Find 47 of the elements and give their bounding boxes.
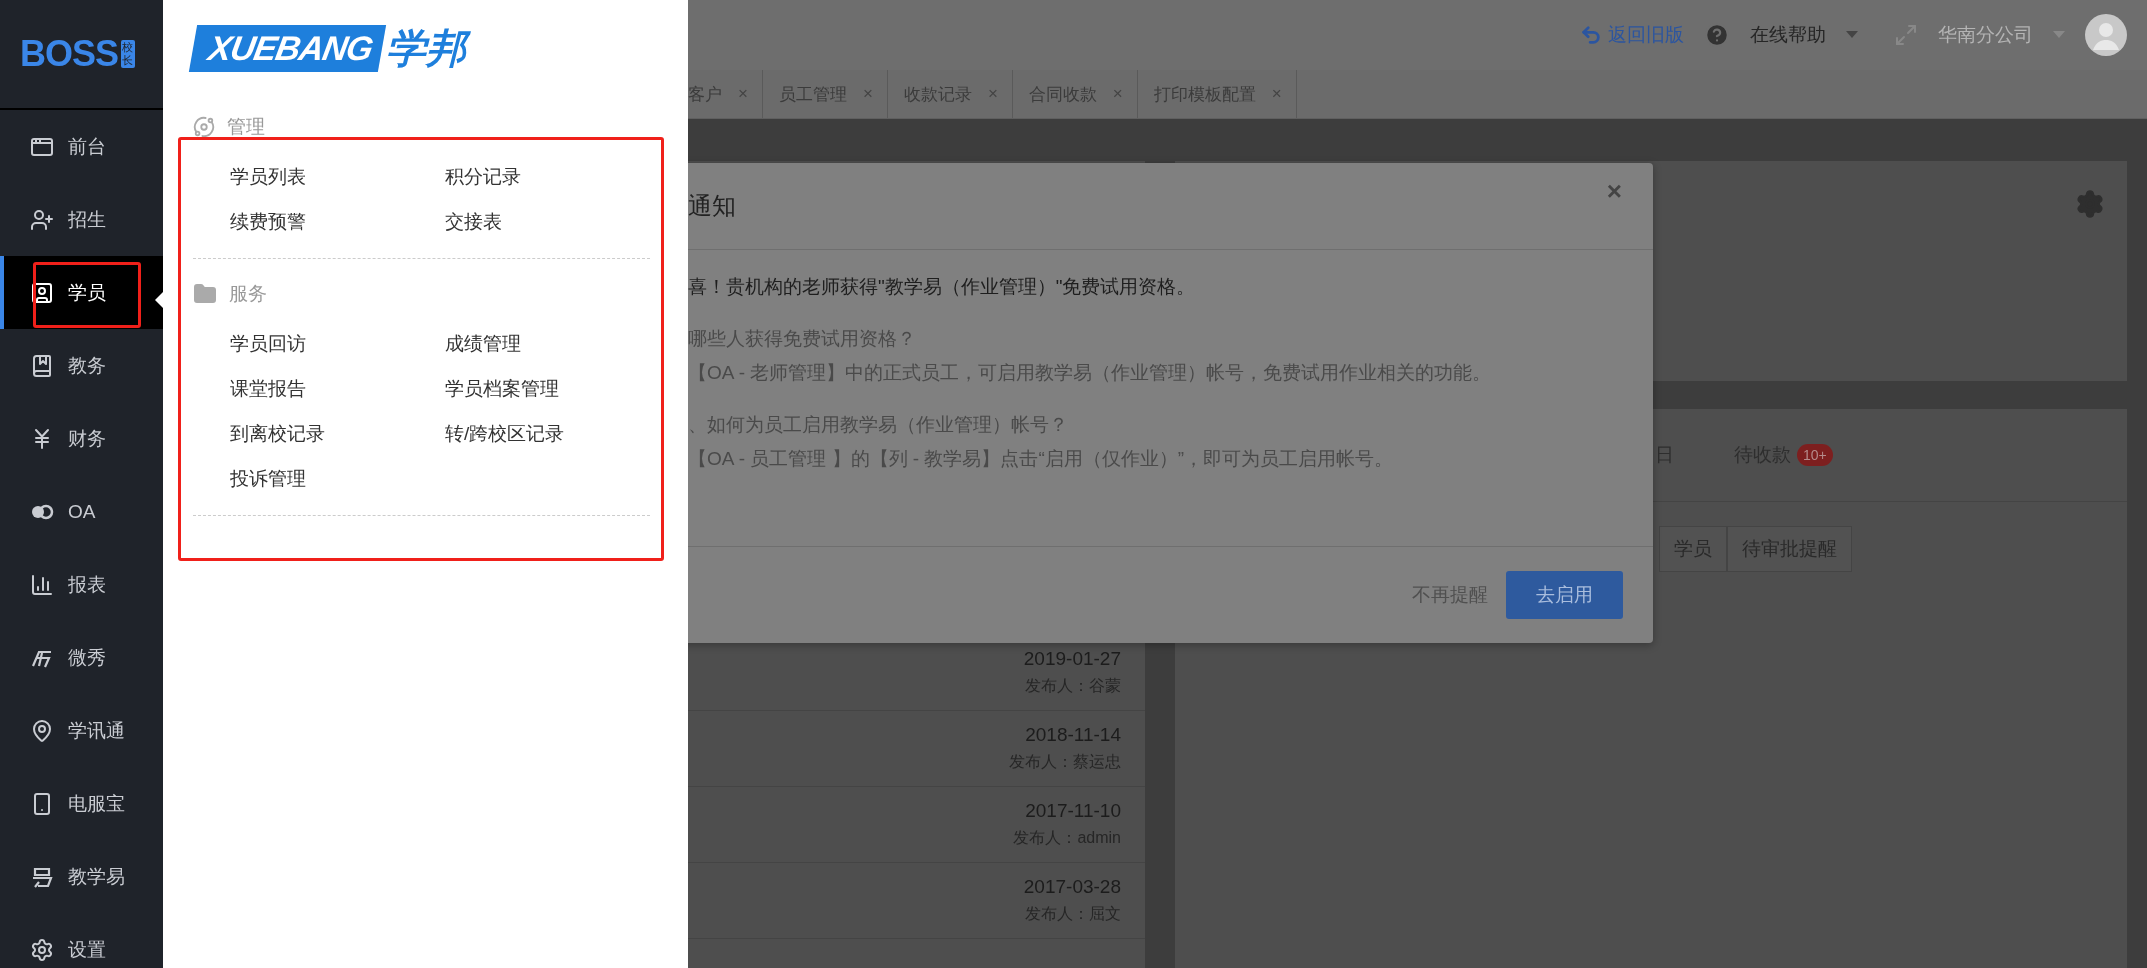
logo-text: BOSS: [20, 33, 119, 75]
undo-icon: [1580, 24, 1602, 46]
logo-badge: 校长: [121, 40, 136, 68]
menu-link[interactable]: 学员回访: [230, 321, 445, 366]
caret-icon: [2053, 31, 2065, 39]
sidebar-item[interactable]: 学员: [0, 256, 163, 329]
sidebar-item[interactable]: 学讯通: [0, 694, 163, 767]
sidebar-item[interactable]: 微秀: [0, 621, 163, 694]
sidebar-item[interactable]: 教学易: [0, 840, 163, 913]
settings-icon: [30, 937, 54, 962]
sidebar-item[interactable]: 电服宝: [0, 767, 163, 840]
orbit-icon: [193, 116, 215, 138]
contact-card-icon: [30, 280, 54, 305]
user-plus-icon: [30, 207, 54, 232]
menu-link[interactable]: 积分记录: [445, 154, 660, 199]
menu-link[interactable]: 课堂报告: [230, 366, 445, 411]
menu-link[interactable]: 转/跨校区记录: [445, 411, 660, 456]
book-icon: [30, 353, 54, 378]
enable-button[interactable]: 去启用: [1506, 571, 1623, 619]
caret-icon: [1846, 31, 1858, 39]
sidebar-item[interactable]: 报表: [0, 548, 163, 621]
menu-link[interactable]: 学员档案管理: [445, 366, 660, 411]
avatar[interactable]: [2085, 14, 2127, 56]
sidebar-item[interactable]: 设置: [0, 913, 163, 968]
sidebar-item[interactable]: 教务: [0, 329, 163, 402]
section-title: 管理: [227, 115, 265, 139]
help-icon[interactable]: [1704, 22, 1730, 48]
dialog-title: 通知: [688, 191, 736, 221]
menu-link[interactable]: 投诉管理: [230, 456, 445, 501]
expand-icon[interactable]: [1894, 23, 1918, 47]
settings-icon[interactable]: [2075, 189, 2105, 219]
menu-link[interactable]: 续费预警: [230, 199, 445, 244]
logo-text: XUEBANG: [188, 24, 387, 72]
count-badge: 10+: [1797, 444, 1833, 466]
menu-link[interactable]: 学员列表: [230, 154, 445, 199]
menu-link[interactable]: 到离校记录: [230, 411, 445, 456]
dialog-headline: 喜！贵机构的老师获得"教学易（作业管理）"免费试用资格。: [688, 275, 1197, 299]
bar-chart-icon: [30, 572, 54, 597]
menu-link[interactable]: 成绩管理: [445, 321, 660, 366]
menu-link[interactable]: 交接表: [445, 199, 660, 244]
sidebar-item[interactable]: OA: [0, 475, 163, 548]
sidebar-item[interactable]: 财务: [0, 402, 163, 475]
sidebar-item[interactable]: 招生: [0, 183, 163, 256]
map-pin-icon: [30, 718, 54, 743]
sidebar-item[interactable]: 前台: [0, 110, 163, 183]
section-title: 服务: [229, 282, 267, 306]
folder-icon: [193, 282, 217, 306]
